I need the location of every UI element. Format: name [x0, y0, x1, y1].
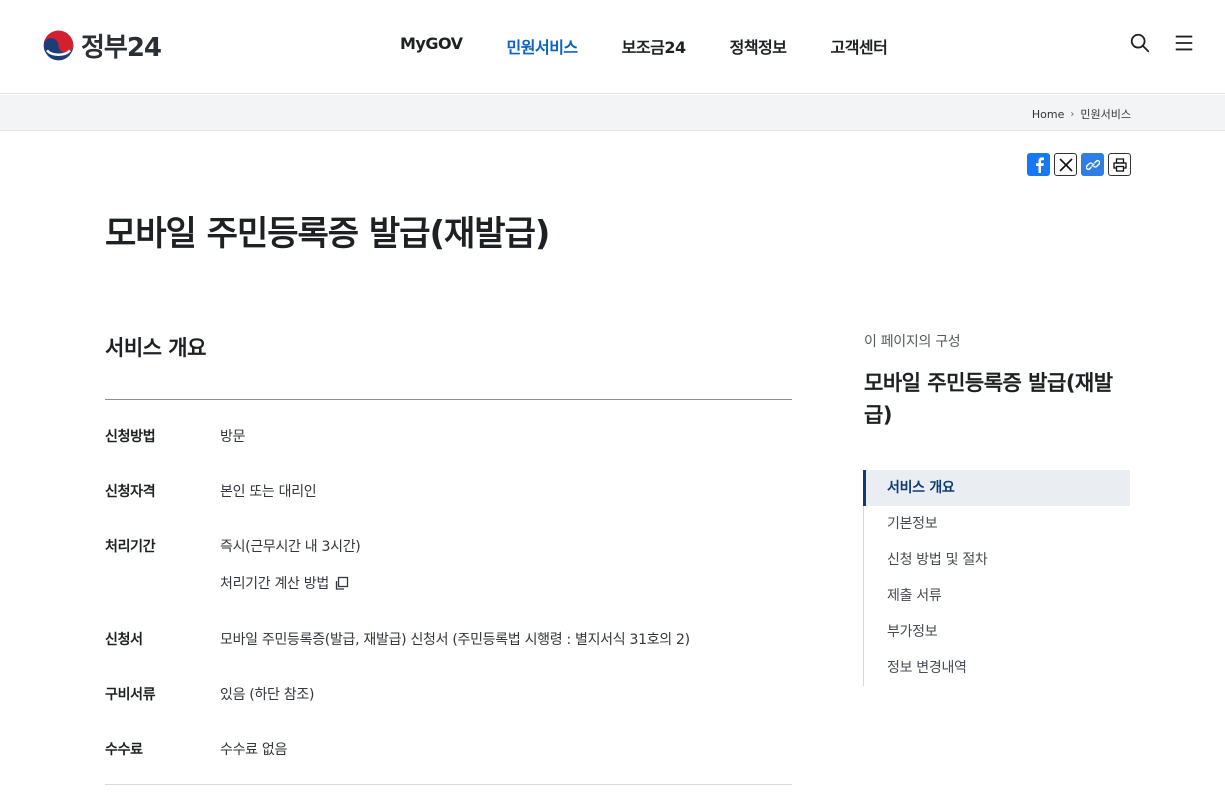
toc-item-submission-documents[interactable]: 제출 서류	[864, 578, 1130, 614]
toc-item-overview[interactable]: 서비스 개요	[863, 470, 1130, 506]
info-value: 본인 또는 대리인	[220, 484, 317, 500]
calc-link-label: 처리기간 계산 방법	[220, 576, 329, 592]
page-title: 모바일 주민등록증 발급(재발급)	[105, 214, 550, 254]
toc-item-additional-info[interactable]: 부가정보	[864, 614, 1130, 650]
chevron-right-icon: ›	[1070, 108, 1075, 120]
toc-list: 서비스 개요 기본정보 신청 방법 및 절차 제출 서류 부가정보 정보 변경내…	[863, 470, 1130, 686]
logo-text: 정부24	[81, 33, 162, 63]
nav-item-customer-center[interactable]: 고객센터	[808, 34, 909, 58]
nav-item-policy-info[interactable]: 정책정보	[708, 34, 809, 58]
toc-item-change-history[interactable]: 정보 변경내역	[864, 650, 1130, 686]
copy-popup-icon	[335, 576, 349, 590]
info-row-required-documents: 구비서류 있음 (하단 참조)	[105, 684, 792, 704]
header-utilities	[1129, 32, 1195, 54]
info-value: 수수료 없음	[220, 742, 288, 758]
breadcrumb-bar: Home › 민원서비스	[0, 95, 1225, 131]
breadcrumb-current[interactable]: 민원서비스	[1080, 106, 1131, 122]
site-logo[interactable]: 정부24	[42, 27, 162, 64]
toc-item-basic-info[interactable]: 기본정보	[864, 506, 1130, 542]
site-header: 정부24 MyGOV 민원서비스 보조금24 정책정보 고객센터	[0, 0, 1225, 94]
info-row-processing-period: 처리기간 즉시(근무시간 내 3시간)	[105, 536, 792, 556]
info-row-application-form: 신청서 모바일 주민등록증(발급, 재발급) 신청서 (주민등록법 시행령 : …	[105, 629, 792, 649]
print-button[interactable]	[1108, 153, 1131, 176]
section-divider	[105, 399, 792, 400]
print-icon	[1112, 157, 1127, 172]
nav-item-civil-services[interactable]: 민원서비스	[485, 34, 600, 58]
info-label: 신청서	[105, 632, 143, 648]
info-label: 처리기간	[105, 539, 156, 555]
main-nav: MyGOV 민원서비스 보조금24 정책정보 고객센터	[378, 34, 909, 58]
toc-item-application-procedure[interactable]: 신청 방법 및 절차	[864, 542, 1130, 578]
info-label: 신청자격	[105, 484, 156, 500]
toc-title: 모바일 주민등록증 발급(재발급)	[864, 371, 1113, 427]
share-buttons	[1027, 153, 1131, 176]
link-icon	[1085, 159, 1100, 170]
x-share-button[interactable]	[1054, 153, 1077, 176]
section-divider-bottom	[105, 784, 792, 785]
info-row-eligibility: 신청자격 본인 또는 대리인	[105, 481, 792, 501]
info-value: 있음 (하단 참조)	[220, 687, 315, 703]
facebook-icon	[1035, 156, 1044, 173]
info-value: 모바일 주민등록증(발급, 재발급) 신청서 (주민등록법 시행령 : 별지서식…	[220, 632, 690, 648]
section-title-overview: 서비스 개요	[105, 336, 206, 360]
info-row-method: 신청방법 방문	[105, 426, 792, 446]
search-icon[interactable]	[1129, 32, 1151, 54]
breadcrumb-home[interactable]: Home	[1032, 108, 1064, 121]
info-value: 즉시(근무시간 내 3시간)	[220, 539, 361, 555]
nav-item-mygov[interactable]: MyGOV	[378, 34, 485, 58]
nav-item-subsidy24[interactable]: 보조금24	[600, 34, 708, 58]
info-value: 방문	[220, 429, 246, 445]
info-row-fee: 수수료 수수료 없음	[105, 739, 792, 759]
processing-period-calc-link[interactable]: 처리기간 계산 방법	[220, 573, 349, 593]
x-icon	[1058, 157, 1073, 172]
info-label: 신청방법	[105, 429, 156, 445]
info-label: 구비서류	[105, 687, 156, 703]
breadcrumb: Home › 민원서비스	[1032, 106, 1131, 122]
facebook-share-button[interactable]	[1027, 153, 1050, 176]
taegeuk-logo-icon	[43, 30, 74, 61]
hamburger-menu-icon[interactable]	[1173, 32, 1195, 54]
info-label: 수수료	[105, 742, 143, 758]
copy-link-button[interactable]	[1081, 153, 1104, 176]
toc-caption: 이 페이지의 구성	[864, 334, 961, 350]
